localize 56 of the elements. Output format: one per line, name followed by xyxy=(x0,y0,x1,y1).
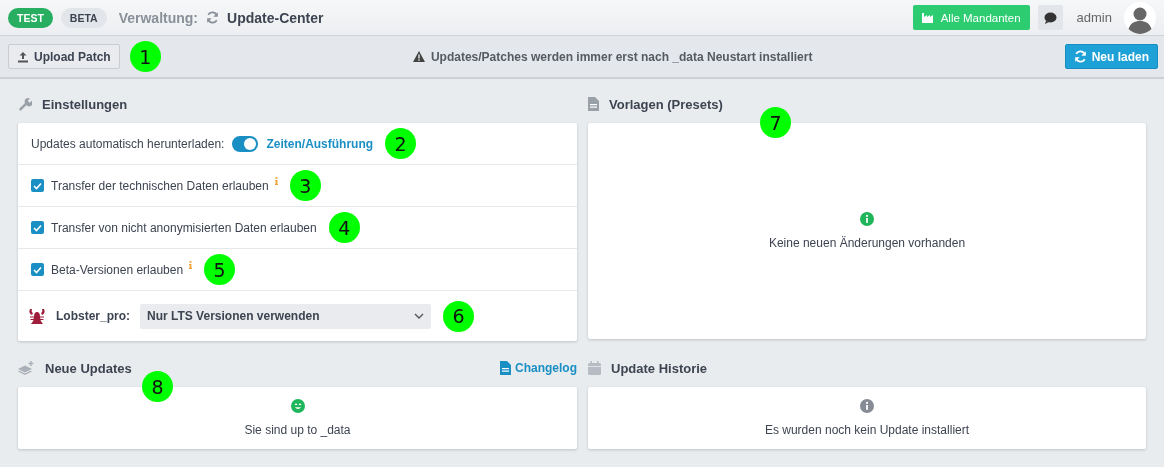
checkbox[interactable] xyxy=(31,179,44,192)
callout-number: 4 xyxy=(328,212,360,243)
callout-number: 8 xyxy=(142,371,173,402)
section-title: Neue Updates xyxy=(45,360,133,376)
callout-number: 6 xyxy=(443,300,474,332)
factory-icon xyxy=(921,12,935,23)
chat-icon xyxy=(1043,11,1057,24)
status-message: Es wurden noch kein Update installiert xyxy=(764,423,970,437)
version-select[interactable]: Nur LTS Versionen verwenden xyxy=(140,303,431,329)
caret-icon xyxy=(414,313,424,319)
callout-number: 1 xyxy=(129,41,161,72)
warning-icon xyxy=(412,51,425,62)
user-name[interactable]: admin xyxy=(1076,10,1112,25)
info-icon[interactable] xyxy=(189,261,193,269)
section-title: Update Historie xyxy=(611,360,709,376)
lobster-icon xyxy=(28,307,46,325)
upload-patch-button[interactable]: Upload Patch xyxy=(8,44,120,69)
smiley-icon xyxy=(290,399,305,413)
section-label: Verwaltung: xyxy=(118,9,198,26)
callout-number: 2 xyxy=(385,128,417,159)
info-icon xyxy=(860,399,874,413)
setting-label: Beta-Versionen erlauben xyxy=(51,262,184,277)
refresh-icon xyxy=(1073,50,1087,63)
document-icon xyxy=(500,361,511,375)
schedule-link[interactable]: Zeiten/Ausführung xyxy=(266,136,374,151)
callout-number: 3 xyxy=(289,170,321,201)
auto-download-toggle[interactable] xyxy=(232,135,259,152)
section-title: Vorlagen (Presets) xyxy=(609,96,724,112)
calendar-icon xyxy=(588,361,601,375)
info-icon[interactable] xyxy=(274,177,278,185)
setting-label: Lobster_pro: xyxy=(56,309,130,323)
reload-button[interactable]: Neu laden xyxy=(1064,44,1158,69)
callout-number: 5 xyxy=(204,254,236,285)
wrench-icon xyxy=(18,97,32,111)
setting-label: Transfer von nicht anonymisierten Daten erlauben xyxy=(51,220,317,235)
changelog-link[interactable]: Changelog xyxy=(500,361,577,375)
layers-icon xyxy=(18,361,35,375)
avatar-icon xyxy=(1124,1,1156,34)
callout-number: 7 xyxy=(760,107,791,138)
setting-label: Updates automatisch herunterladen: xyxy=(31,136,225,151)
restart-notice: Updates/Patches werden immer erst nach _data Neustart installiert xyxy=(430,49,813,64)
status-message: Sie sind up to _data xyxy=(244,423,351,437)
chat-button[interactable] xyxy=(1037,5,1063,30)
document-icon xyxy=(588,97,599,111)
clients-button[interactable]: Alle Mandanten xyxy=(912,5,1030,30)
section-title: Einstellungen xyxy=(42,96,129,112)
setting-label: Transfer der technischen Daten erlauben xyxy=(51,178,269,193)
refresh-icon xyxy=(206,11,219,24)
status-message: Keine neuen Änderungen vorhanden xyxy=(768,236,966,250)
page-title: Update-Center xyxy=(227,9,324,26)
environment-badge: TEST xyxy=(8,7,53,28)
info-icon xyxy=(860,212,874,226)
upload-icon xyxy=(17,50,29,63)
environment-badge: BETA xyxy=(60,7,107,28)
checkbox[interactable] xyxy=(31,263,44,276)
checkbox[interactable] xyxy=(31,221,44,234)
